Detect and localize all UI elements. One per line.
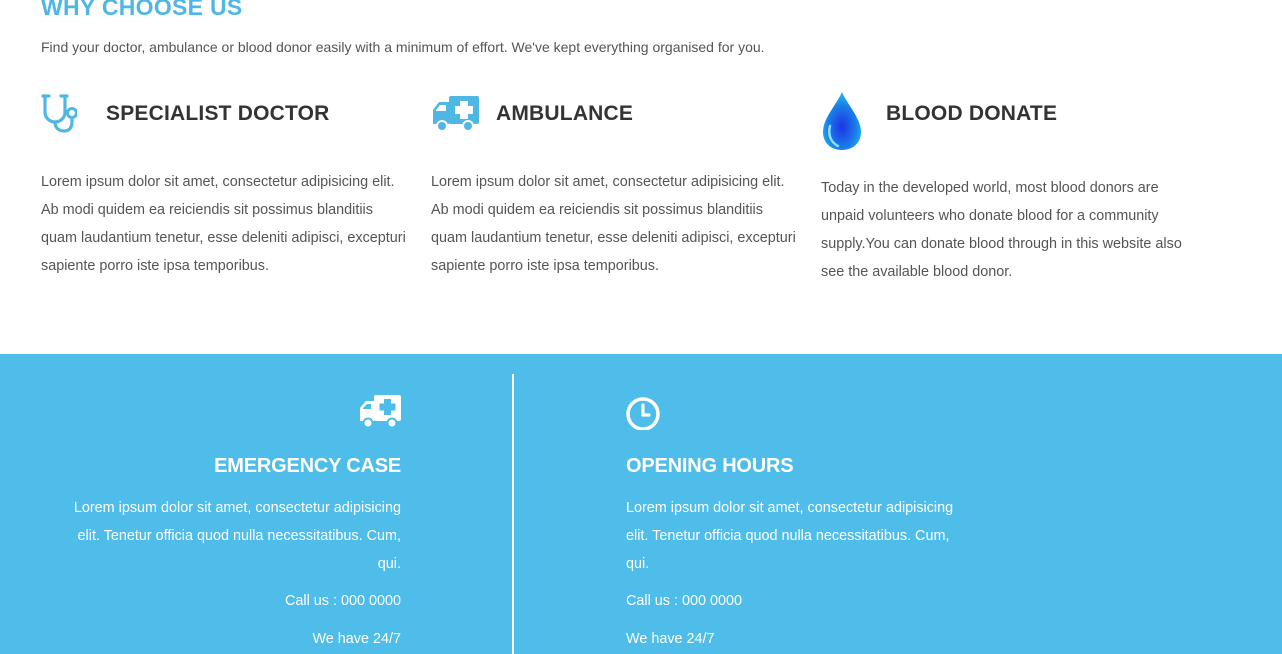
ambulance-icon xyxy=(359,394,401,435)
feature-title: AMBULANCE xyxy=(496,102,634,125)
feature-text: Lorem ipsum dolor sit amet, consectetur … xyxy=(431,174,796,274)
opening-hours-text: We have 24/7 xyxy=(626,631,715,647)
opening-title: OPENING HOURS xyxy=(626,455,794,477)
emergency-text: Lorem ipsum dolor sit amet, consectetur … xyxy=(73,500,401,572)
stethoscope-icon xyxy=(41,88,78,139)
emergency-hours: We have 24/7 xyxy=(312,631,401,647)
info-band: EMERGENCY CASE Lorem ipsum dolor sit ame… xyxy=(0,354,1282,654)
clock-icon xyxy=(626,394,662,435)
section-subtitle: Find your doctor, ambulance or blood don… xyxy=(41,39,765,55)
emergency-title: EMERGENCY CASE xyxy=(214,455,401,477)
ambulance-icon xyxy=(431,94,479,139)
section-title: WHY CHOOSE US xyxy=(41,0,243,20)
feature-text: Today in the developed world, most blood… xyxy=(821,180,1182,280)
feature-title: SPECIALIST DOCTOR xyxy=(106,102,330,125)
opening-text: Lorem ipsum dolor sit amet, consectetur … xyxy=(626,500,954,572)
feature-text: Lorem ipsum dolor sit amet, consectetur … xyxy=(41,174,406,274)
blood-drop-icon xyxy=(821,90,863,157)
emergency-call: Call us : 000 0000 xyxy=(284,593,401,609)
opening-call: Call us : 000 0000 xyxy=(626,593,743,609)
feature-title: BLOOD DONATE xyxy=(886,102,1058,125)
divider xyxy=(512,374,514,654)
